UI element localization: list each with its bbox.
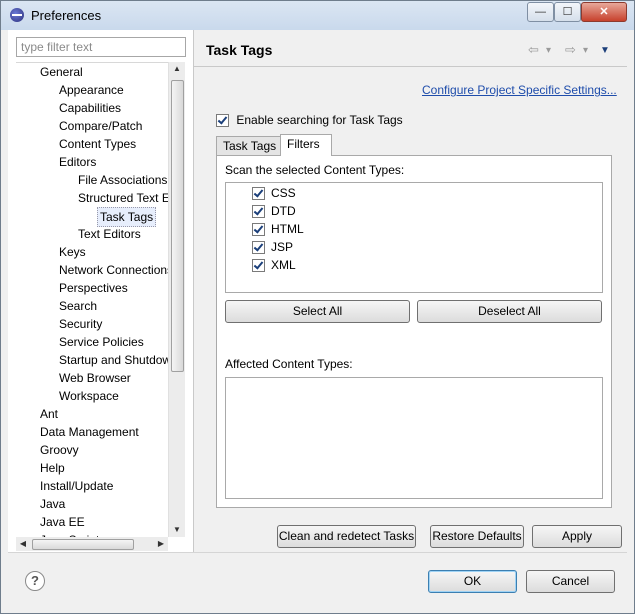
tree-item[interactable]: Install/Update (40, 477, 113, 495)
tree-item[interactable]: Web Browser (59, 369, 131, 387)
tree-item[interactable]: Workspace (59, 387, 119, 405)
tree-item[interactable]: Task Tags (97, 207, 157, 227)
tab-task-tags[interactable]: Task Tags (216, 136, 281, 155)
tree-item[interactable]: Structured Text Editors (78, 189, 170, 207)
preferences-tree: General Appearance Capabilities Compare/Pat… (16, 62, 170, 538)
select-all-button[interactable]: Select All (225, 300, 410, 323)
back-dropdown-icon[interactable]: ▾ (546, 45, 551, 56)
apply-button[interactable]: Apply (532, 525, 622, 548)
clean-and-redetect-button[interactable]: Clean and redetect Tasks (277, 525, 416, 548)
content-type-label: JSP (271, 240, 294, 254)
tree-item[interactable]: Keys (59, 243, 86, 261)
forward-dropdown-icon[interactable]: ▾ (583, 45, 588, 56)
tree-item[interactable]: Data Management (40, 423, 139, 441)
tree-horizontal-scrollbar[interactable]: ◀ ▶ (16, 537, 168, 551)
enable-task-tags-label: Enable searching for Task Tags (236, 113, 403, 127)
tree-item[interactable]: Capabilities (59, 99, 121, 117)
restore-defaults-button[interactable]: Restore Defaults (430, 525, 524, 548)
content-type-checkbox[interactable] (252, 259, 265, 273)
content-type-item[interactable]: CSS (252, 184, 296, 202)
tree-item[interactable]: Service Policies (59, 333, 144, 351)
maximize-button[interactable]: ☐ (554, 2, 581, 22)
settings-panel: Task Tags ⇦ ▾ ⇨ ▾ ▼ Configure Project Sp… (194, 30, 627, 552)
content-type-item[interactable]: HTML (252, 220, 304, 238)
tab-filters[interactable]: Filters (280, 134, 332, 156)
content-type-label: DTD (271, 204, 296, 218)
content-type-checkbox[interactable] (252, 241, 265, 255)
close-button[interactable]: ✕ (581, 2, 627, 22)
scroll-right-arrow-icon[interactable]: ▶ (154, 537, 168, 551)
tree-item[interactable]: Groovy (40, 441, 79, 459)
content-type-checkbox[interactable] (252, 205, 265, 219)
enable-task-tags-checkbox[interactable]: Enable searching for Task Tags (216, 113, 403, 128)
tree-item[interactable]: Appearance (59, 81, 124, 99)
affected-content-types-list[interactable] (225, 377, 603, 499)
cancel-button[interactable]: Cancel (526, 570, 615, 593)
eclipse-icon (10, 8, 24, 22)
back-arrow-icon[interactable]: ⇦ (528, 42, 539, 58)
tree-item[interactable]: Content Types (59, 135, 136, 153)
tree-item[interactable]: Network Connections (59, 261, 170, 279)
content-type-item[interactable]: XML (252, 256, 296, 274)
page-title: Task Tags (206, 42, 273, 58)
filters-tab-content: Scan the selected Content Types: CSS DTD H… (216, 155, 612, 508)
scan-content-types-label: Scan the selected Content Types: (225, 163, 405, 177)
tree-item[interactable]: Java (40, 495, 65, 513)
scroll-down-arrow-icon[interactable]: ▼ (169, 523, 185, 537)
horizontal-scrollbar-thumb[interactable] (32, 539, 134, 550)
tree-item[interactable]: Ant (40, 405, 58, 423)
header-divider (194, 66, 627, 67)
tree-item[interactable]: Startup and Shutdown (59, 351, 170, 369)
content-type-label: XML (271, 258, 296, 272)
tree-item[interactable]: Search (59, 297, 97, 315)
content-type-item[interactable]: JSP (252, 238, 293, 256)
ok-button[interactable]: OK (428, 570, 517, 593)
filter-input[interactable]: type filter text (16, 37, 186, 57)
help-icon[interactable]: ? (25, 571, 45, 591)
tree-item[interactable]: File Associations (78, 171, 167, 189)
deselect-all-button[interactable]: Deselect All (417, 300, 602, 323)
tree-item[interactable]: Editors (59, 153, 96, 171)
content-type-checkbox[interactable] (252, 223, 265, 237)
window-title: Preferences (31, 8, 102, 23)
footer-divider (8, 552, 627, 553)
preferences-window: Preferences — ☐ ✕ type filter text Gener… (0, 0, 635, 614)
content-type-label: HTML (271, 222, 304, 236)
navigation-panel: type filter text General Appearance Capabi… (8, 30, 194, 552)
scrollbar-thumb[interactable] (171, 80, 184, 372)
tree-item[interactable]: Perspectives (59, 279, 128, 297)
tree-item[interactable]: Compare/Patch (59, 117, 142, 135)
tree-item[interactable]: Help (40, 459, 65, 477)
scroll-left-arrow-icon[interactable]: ◀ (16, 537, 30, 551)
content-type-checkbox[interactable] (252, 187, 265, 201)
tree-item[interactable]: Security (59, 315, 102, 333)
affected-content-types-label: Affected Content Types: (225, 357, 353, 371)
minimize-button[interactable]: — (527, 2, 554, 22)
tree-item[interactable]: General (40, 63, 83, 81)
tree-item[interactable]: Text Editors (78, 225, 141, 243)
view-menu-icon[interactable]: ▼ (600, 45, 610, 56)
configure-project-settings-link[interactable]: Configure Project Specific Settings... (422, 83, 617, 97)
scroll-up-arrow-icon[interactable]: ▲ (169, 62, 185, 76)
dialog-content: type filter text General Appearance Capabi… (8, 30, 627, 608)
tree-vertical-scrollbar[interactable]: ▲ ▼ (168, 62, 185, 537)
title-bar[interactable]: Preferences — ☐ ✕ (1, 1, 634, 30)
forward-arrow-icon[interactable]: ⇨ (565, 42, 576, 58)
content-type-label: CSS (271, 186, 296, 200)
tree-item[interactable]: Java EE (40, 513, 85, 531)
content-types-list[interactable]: CSS DTD HTML JSP XML (225, 182, 603, 293)
checkbox-checked-icon[interactable] (216, 114, 229, 128)
content-type-item[interactable]: DTD (252, 202, 296, 220)
